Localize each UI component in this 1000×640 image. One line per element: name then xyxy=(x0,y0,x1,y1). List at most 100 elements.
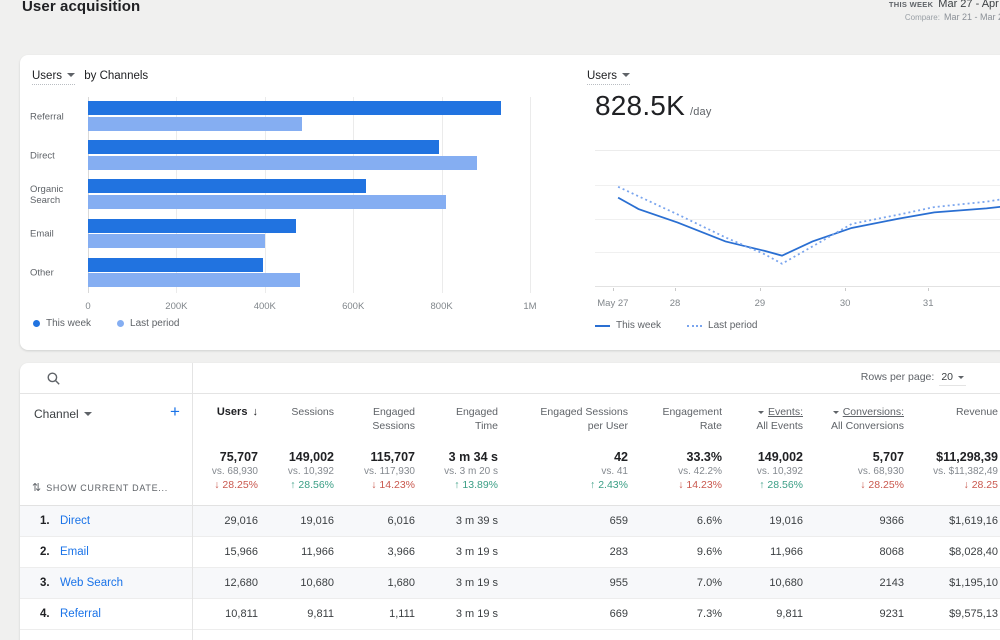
column-header-line: per User xyxy=(498,419,628,433)
line-chart-svg xyxy=(595,151,1000,286)
channel-link-direct[interactable]: Direct xyxy=(60,515,90,527)
chevron-down-icon xyxy=(758,411,764,414)
column-header-engaged-sessions-per-user[interactable]: Engaged Sessionsper User xyxy=(498,405,628,433)
legend-swatch xyxy=(595,325,610,327)
total-cell-2: 115,707vs. 117,930↓ 14.23% xyxy=(334,449,415,493)
column-header-line: Engaged Sessions xyxy=(498,405,628,419)
total-vs-value: vs. 42.2% xyxy=(628,465,722,478)
channel-cell: 4.Referral xyxy=(20,608,192,620)
column-header-line: Engagement xyxy=(628,405,722,419)
cell-4: 283 xyxy=(498,546,628,558)
show-current-date-toggle[interactable]: ⇅ SHOW CURRENT DATE... xyxy=(32,481,168,494)
bar-last-period xyxy=(88,117,302,131)
total-cell-6: 149,002vs. 10,392↑ 28.56% xyxy=(722,449,803,493)
line-series-this-week xyxy=(618,198,1000,256)
column-header-revenue[interactable]: Revenue xyxy=(904,405,1000,433)
line-series-last-period xyxy=(618,187,1000,264)
total-cell-1: 149,002vs. 10,392↑ 28.56% xyxy=(258,449,334,493)
table-row: 2.Email15,96611,9663,9663 m 19 s2839.6%1… xyxy=(20,537,1000,568)
channel-link-email[interactable]: Email xyxy=(60,546,89,558)
total-change-down: ↓ 14.23% xyxy=(628,478,722,493)
bar-category-label: Direct xyxy=(30,150,85,161)
line-metric-label: Users xyxy=(587,70,617,82)
legend-item-this-week: This week xyxy=(33,318,91,329)
cell-8: $8,028,40 xyxy=(904,546,1000,558)
cell-3: 3 m 19 s xyxy=(415,546,498,558)
axis-tick xyxy=(845,288,846,291)
add-dimension-button[interactable]: + xyxy=(170,403,180,421)
cell-1: 19,016 xyxy=(258,515,334,527)
line-metric-selector[interactable]: Users xyxy=(587,70,630,85)
column-header-engaged-time[interactable]: EngagedTime xyxy=(415,405,498,433)
column-header-line: All Events xyxy=(722,419,803,433)
column-header-engagement-rate[interactable]: EngagementRate xyxy=(628,405,722,433)
cell-7: 9231 xyxy=(803,608,904,620)
legend-label: Last period xyxy=(708,320,757,331)
column-header-line: Sessions xyxy=(258,405,334,419)
line-chart-header: Users xyxy=(587,70,630,82)
bar-metric-selector[interactable]: Users xyxy=(32,70,75,85)
bar-axis-tick-label: 600K xyxy=(342,301,364,312)
column-header-engaged-sessions[interactable]: EngagedSessions xyxy=(334,405,415,433)
rows-per-page-value[interactable]: 20 xyxy=(939,371,966,386)
bar-last-period xyxy=(88,234,265,248)
column-header-line: All Conversions xyxy=(803,419,904,433)
column-header-events-all-events[interactable]: Events:All Events xyxy=(722,405,803,433)
channel-cell: 3.Web Search xyxy=(20,577,192,589)
column-header-sessions[interactable]: Sessions xyxy=(258,405,334,433)
total-value: 42 xyxy=(498,449,628,465)
cell-5: 6.6% xyxy=(628,515,722,527)
cell-1: 9,811 xyxy=(258,608,334,620)
column-header-line: Engaged xyxy=(334,405,415,419)
acquisition-table-card: Rows per page:20 Channel + ⇅ SHOW CURREN… xyxy=(20,363,1000,640)
bar-this-week xyxy=(88,179,366,193)
column-header-conversions-all-conversions[interactable]: Conversions:All Conversions xyxy=(803,405,904,433)
column-header-line: Sessions xyxy=(334,419,415,433)
cell-7: 8068 xyxy=(803,546,904,558)
sort-desc-icon: ↓ xyxy=(249,406,258,418)
bar-last-period xyxy=(88,195,446,209)
total-cell-7: 5,707vs. 68,930↓ 28.25% xyxy=(803,449,904,493)
cell-0: 12,680 xyxy=(192,577,258,589)
cell-3: 3 m 19 s xyxy=(415,608,498,620)
column-header-line: Users ↓ xyxy=(192,405,258,419)
rows-per-page[interactable]: Rows per page:20 xyxy=(861,371,966,383)
users-per-day-value: 828.5K/day xyxy=(595,90,712,122)
total-value: 3 m 34 s xyxy=(415,449,498,465)
bar-axis-tick-label: 200K xyxy=(165,301,187,312)
cell-1: 10,680 xyxy=(258,577,334,589)
column-header-users[interactable]: Users ↓ xyxy=(192,405,258,433)
bar-chart-legend: This week Last period xyxy=(33,318,180,329)
cell-3: 3 m 39 s xyxy=(415,515,498,527)
topbar: User acquisition This weekMar 27 - Apr 2… xyxy=(0,0,1000,42)
cell-6: 11,966 xyxy=(722,546,803,558)
date-range-selector[interactable]: This weekMar 27 - Apr 2 Compare:Mar 21 -… xyxy=(889,0,1000,22)
cell-0: 10,811 xyxy=(192,608,258,620)
legend-item-last-period: Last period xyxy=(687,320,757,331)
channel-link-referral[interactable]: Referral xyxy=(60,608,101,620)
compare-label: Compare: xyxy=(905,13,940,22)
total-vs-value: vs. $11,382,49 xyxy=(904,465,998,478)
cell-6: 9,811 xyxy=(722,608,803,620)
legend-label: This week xyxy=(46,318,91,329)
big-number: 828.5K xyxy=(595,90,685,121)
cell-1: 11,966 xyxy=(258,546,334,558)
cell-4: 659 xyxy=(498,515,628,527)
compare-value: Mar 21 - Mar 27 xyxy=(944,12,1000,22)
total-change-up: ↑ 28.56% xyxy=(722,478,803,493)
cell-8: $1,619,16 xyxy=(904,515,1000,527)
page-title: User acquisition xyxy=(22,0,140,15)
search-icon[interactable] xyxy=(47,372,60,385)
show-current-date-label: SHOW CURRENT DATE... xyxy=(46,483,168,493)
column-divider xyxy=(192,363,193,640)
legend-swatch xyxy=(33,320,40,327)
channel-link-web-search[interactable]: Web Search xyxy=(60,577,123,589)
bar-this-week xyxy=(88,101,501,115)
dimension-selector[interactable]: Channel xyxy=(34,407,92,421)
cell-2: 6,016 xyxy=(334,515,415,527)
bar-axis-tick-label: 0 xyxy=(85,301,90,312)
legend-label: Last period xyxy=(130,318,179,329)
channel-cell: 1.Direct xyxy=(20,515,192,527)
legend-label: This week xyxy=(616,320,661,331)
total-vs-value: vs. 10,392 xyxy=(258,465,334,478)
